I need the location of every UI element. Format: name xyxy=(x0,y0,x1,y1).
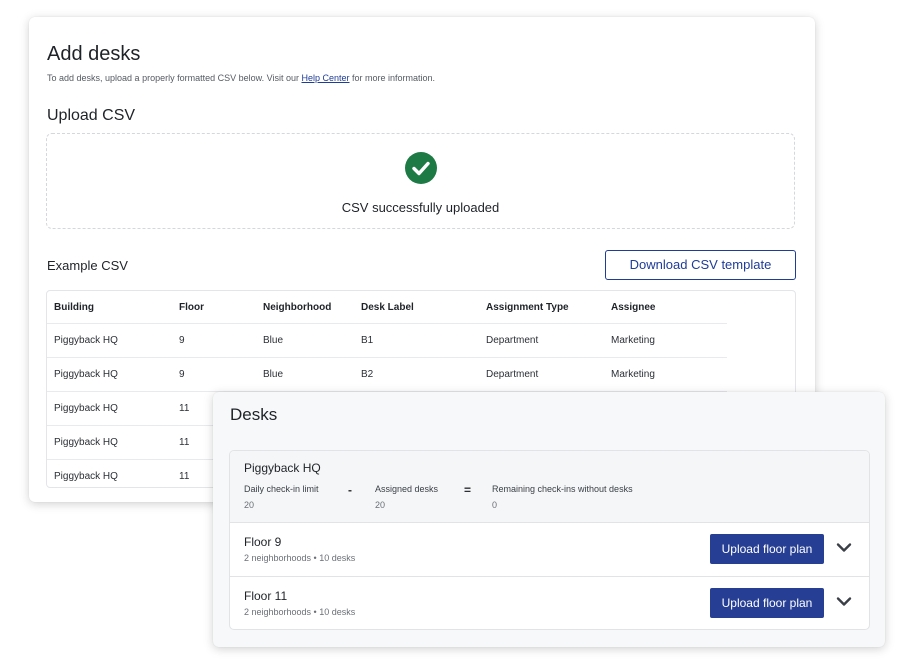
desks-panel: Desks Piggyback HQ Daily check-in limit … xyxy=(213,392,885,647)
table-cell: Blue xyxy=(256,323,354,358)
assigned-desks-label: Assigned desks xyxy=(375,484,439,494)
table-cell: B2 xyxy=(354,357,479,392)
table-cell: Piggyback HQ xyxy=(47,425,172,460)
floor-summary: 2 neighborhoods • 10 desks xyxy=(244,553,356,563)
table-cell: Department xyxy=(479,323,604,358)
check-circle-icon xyxy=(405,152,437,184)
table-cell: Piggyback HQ xyxy=(54,471,118,482)
table-cell: 9 xyxy=(172,357,256,392)
floor-summary: 2 neighborhoods • 10 desks xyxy=(244,607,356,617)
chevron-down-icon[interactable] xyxy=(836,541,852,559)
table-row: Piggyback HQ 9 Blue B2 Department Market… xyxy=(47,357,727,392)
table-cell: Marketing xyxy=(604,323,727,358)
building-name: Piggyback HQ xyxy=(244,461,321,475)
upload-status-text: CSV successfully uploaded xyxy=(341,200,500,215)
table-cell: Piggyback HQ xyxy=(47,391,172,426)
building-desks-list: Piggyback HQ Daily check-in limit 20 - A… xyxy=(229,450,870,630)
page-title: Add desks xyxy=(47,43,141,65)
example-csv-heading: Example CSV xyxy=(47,258,128,273)
table-cell: B1 xyxy=(354,323,479,358)
table-cell: Piggyback HQ xyxy=(47,357,172,392)
remaining-check-ins-value: 0 xyxy=(492,500,498,510)
help-center-link[interactable]: Help Center xyxy=(301,73,349,83)
floor-row-11[interactable]: Floor 11 2 neighborhoods • 10 desks Uplo… xyxy=(230,576,869,629)
table-cell: Blue xyxy=(256,357,354,392)
building-summary: Piggyback HQ Daily check-in limit 20 - A… xyxy=(230,451,869,523)
assigned-desks-value: 20 xyxy=(375,500,386,510)
minus-operator: - xyxy=(348,483,352,497)
remaining-check-ins-stat: Remaining check-ins without desks 0 xyxy=(492,484,633,510)
equals-operator: = xyxy=(464,483,472,497)
instructions-suffix: for more information. xyxy=(349,73,436,83)
assigned-desks-stat: Assigned desks 20 xyxy=(375,484,438,510)
download-csv-template-button[interactable]: Download CSV template xyxy=(605,250,796,280)
upload-csv-heading: Upload CSV xyxy=(47,107,136,124)
column-header: Desk Label xyxy=(354,291,479,324)
instructions-text: To add desks, upload a properly formatte… xyxy=(47,73,435,83)
upload-floor-plan-button[interactable]: Upload floor plan xyxy=(710,534,824,564)
daily-check-in-limit-value: 20 xyxy=(244,500,255,510)
floor-row-9[interactable]: Floor 9 2 neighborhoods • 10 desks Uploa… xyxy=(230,522,869,577)
chevron-down-icon[interactable] xyxy=(836,595,852,613)
table-cell: Piggyback HQ xyxy=(47,323,172,358)
column-header: Assignment Type xyxy=(479,291,604,324)
column-header: Neighborhood xyxy=(256,291,354,324)
floor-name: Floor 9 xyxy=(244,535,282,549)
remaining-check-ins-label: Remaining check-ins without desks xyxy=(492,484,633,494)
table-cell: Marketing xyxy=(604,357,727,392)
table-cell: Department xyxy=(479,357,604,392)
desks-title: Desks xyxy=(230,405,278,424)
instructions-prefix: To add desks, upload a properly formatte… xyxy=(47,73,302,83)
daily-check-in-limit-stat: Daily check-in limit 20 xyxy=(244,484,319,510)
table-row: Piggyback HQ 9 Blue B1 Department Market… xyxy=(47,323,727,358)
daily-check-in-limit-label: Daily check-in limit xyxy=(244,484,319,494)
column-header: Assignee xyxy=(604,291,727,324)
csv-dropzone[interactable]: CSV successfully uploaded xyxy=(46,133,795,229)
floor-name: Floor 11 xyxy=(244,589,288,603)
table-header-row: Building Floor Neighborhood Desk Label A… xyxy=(47,291,727,324)
column-header: Floor xyxy=(172,291,256,324)
upload-floor-plan-button[interactable]: Upload floor plan xyxy=(710,588,824,618)
table-cell: 9 xyxy=(172,323,256,358)
column-header: Building xyxy=(47,291,172,324)
